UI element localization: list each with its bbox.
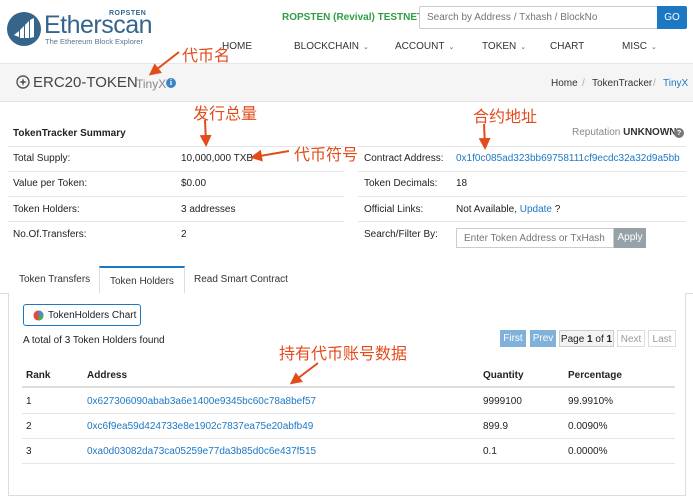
arrow-token-symbol [250,149,290,162]
annotation-token-symbol: 代币符号 [294,145,359,164]
annotation-holder-data: 持有代币账号数据 [279,344,408,363]
annotation-contract-address: 合约地址 [473,107,538,126]
arrow-contract-address [478,123,491,150]
annotation-total-supply: 发行总量 [193,104,258,123]
annotation-arrows [148,51,491,385]
arrow-token-name [148,51,180,76]
arrow-holder-data [289,362,319,385]
annotation-token-name: 代币名 [182,46,231,65]
